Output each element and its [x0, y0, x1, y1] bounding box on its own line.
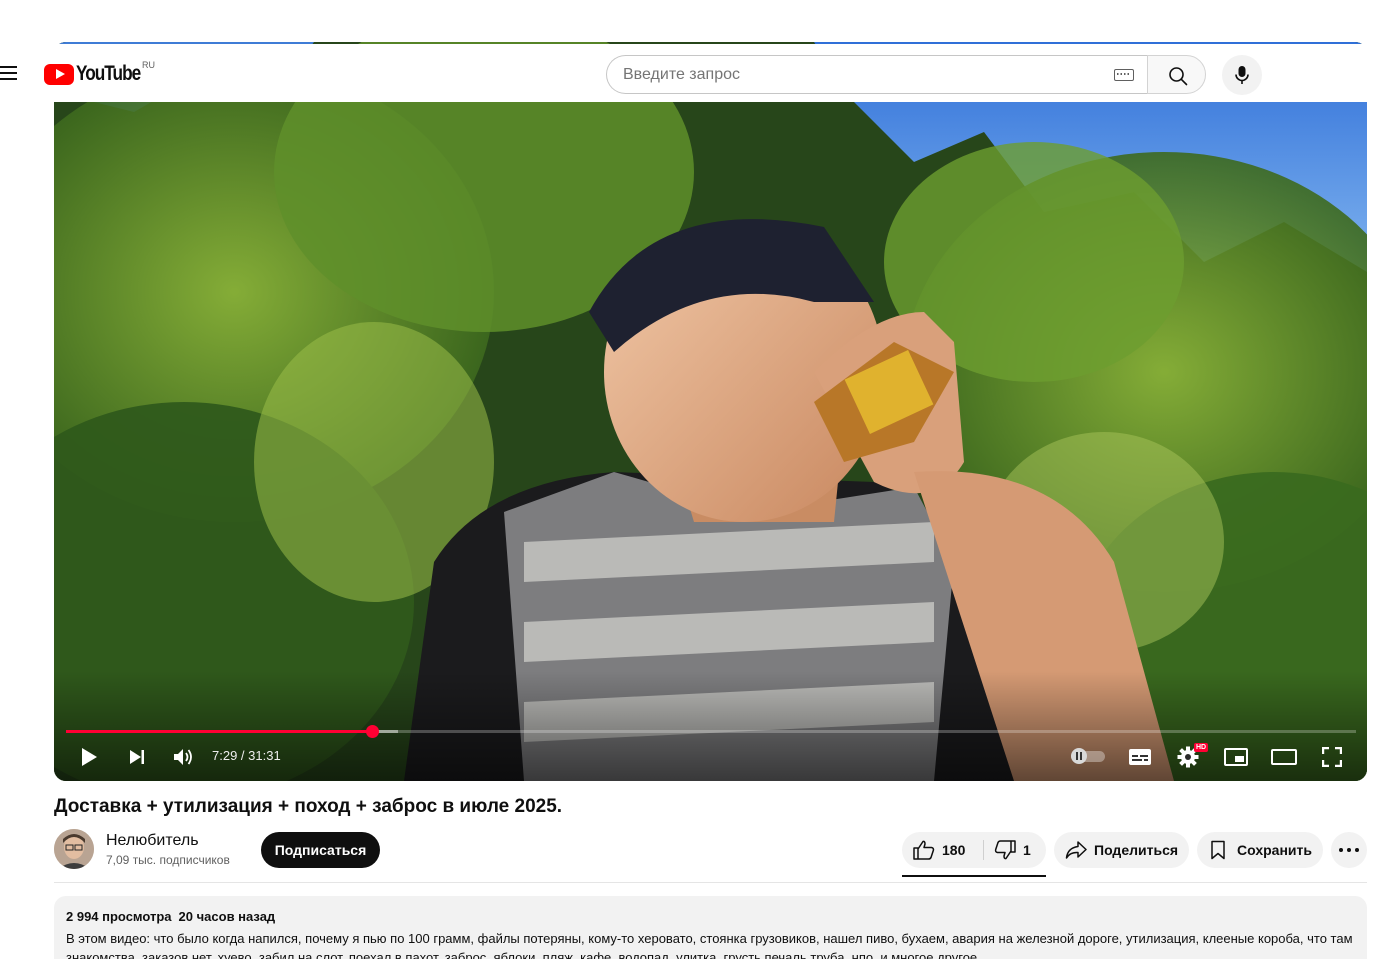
youtube-logo[interactable]: YouTube [44, 62, 154, 86]
thumbs-up-icon [913, 840, 935, 860]
more-dot [1347, 848, 1351, 852]
save-button[interactable]: Сохранить [1197, 832, 1323, 868]
youtube-play-icon [44, 63, 74, 85]
controls-gradient [54, 671, 1367, 781]
more-dot [1355, 848, 1359, 852]
time-display: 7:29 / 31:31 [212, 748, 281, 763]
like-button[interactable]: 180 [902, 832, 983, 868]
microphone-icon [1235, 66, 1249, 84]
more-actions-button[interactable] [1331, 832, 1367, 868]
channel-avatar[interactable] [54, 829, 94, 869]
masthead: YouTube RU [0, 44, 1377, 102]
play-icon [82, 748, 97, 766]
miniplayer-icon [1224, 748, 1248, 766]
search-button[interactable] [1147, 55, 1206, 94]
search-bar [606, 55, 1206, 94]
mute-button[interactable] [168, 742, 198, 772]
like-count: 180 [942, 842, 966, 858]
search-box [606, 55, 1147, 94]
channel-name[interactable]: Нелюбитель [106, 832, 199, 850]
search-icon [1169, 67, 1188, 86]
video-player[interactable]: 7:29 / 31:31 HD [54, 42, 1367, 781]
logo-text: YouTube [76, 62, 141, 85]
description-text: В этом видео: что было когда напился, по… [66, 931, 1353, 959]
theater-icon [1271, 749, 1297, 765]
miniplayer-button[interactable] [1221, 742, 1251, 772]
played-bar [66, 730, 372, 733]
autoplay-toggle[interactable] [1071, 748, 1105, 764]
volume-icon [174, 749, 192, 765]
description-meta: 2 994 просмотра 20 часов назад [66, 909, 275, 924]
region-code: RU [142, 60, 155, 70]
upload-date: 20 часов назад [178, 909, 276, 924]
play-button[interactable] [74, 742, 104, 772]
voice-search-button[interactable] [1222, 55, 1262, 95]
description-box[interactable]: 2 994 просмотра 20 часов назад В этом вид… [54, 896, 1367, 959]
pause-icon [1071, 748, 1087, 764]
next-icon [130, 750, 144, 764]
view-count: 2 994 просмотра [66, 909, 172, 924]
share-icon [1065, 841, 1087, 859]
subtitles-icon [1129, 749, 1151, 765]
share-button[interactable]: Поделиться [1054, 832, 1189, 868]
subtitles-button[interactable] [1125, 742, 1155, 772]
divider [54, 882, 1367, 883]
search-input[interactable] [623, 64, 1103, 86]
hd-badge: HD [1194, 743, 1209, 752]
bookmark-icon [1211, 840, 1225, 860]
like-dislike-group: 180 1 [902, 832, 1046, 868]
fullscreen-icon [1322, 747, 1342, 767]
scrubber-handle[interactable] [365, 725, 379, 738]
menu-icon[interactable] [0, 65, 18, 81]
more-dot [1339, 848, 1343, 852]
dislike-count: 1 [1023, 842, 1031, 858]
share-label: Поделиться [1094, 842, 1179, 858]
keyboard-icon[interactable] [1114, 69, 1134, 81]
avatar-image [54, 829, 94, 869]
subscribe-button[interactable]: Подписаться [261, 832, 380, 868]
subscriber-count: 7,09 тыс. подписчиков [106, 853, 230, 867]
save-label: Сохранить [1237, 842, 1312, 858]
dislike-button[interactable]: 1 [984, 832, 1046, 868]
like-underline [902, 875, 1046, 877]
fullscreen-button[interactable] [1317, 742, 1347, 772]
thumbs-down-icon [994, 840, 1016, 860]
progress-bar[interactable] [66, 725, 1356, 738]
theater-mode-button[interactable] [1269, 742, 1299, 772]
video-title: Доставка + утилизация + поход + заброс в… [54, 796, 563, 817]
next-button[interactable] [122, 742, 152, 772]
